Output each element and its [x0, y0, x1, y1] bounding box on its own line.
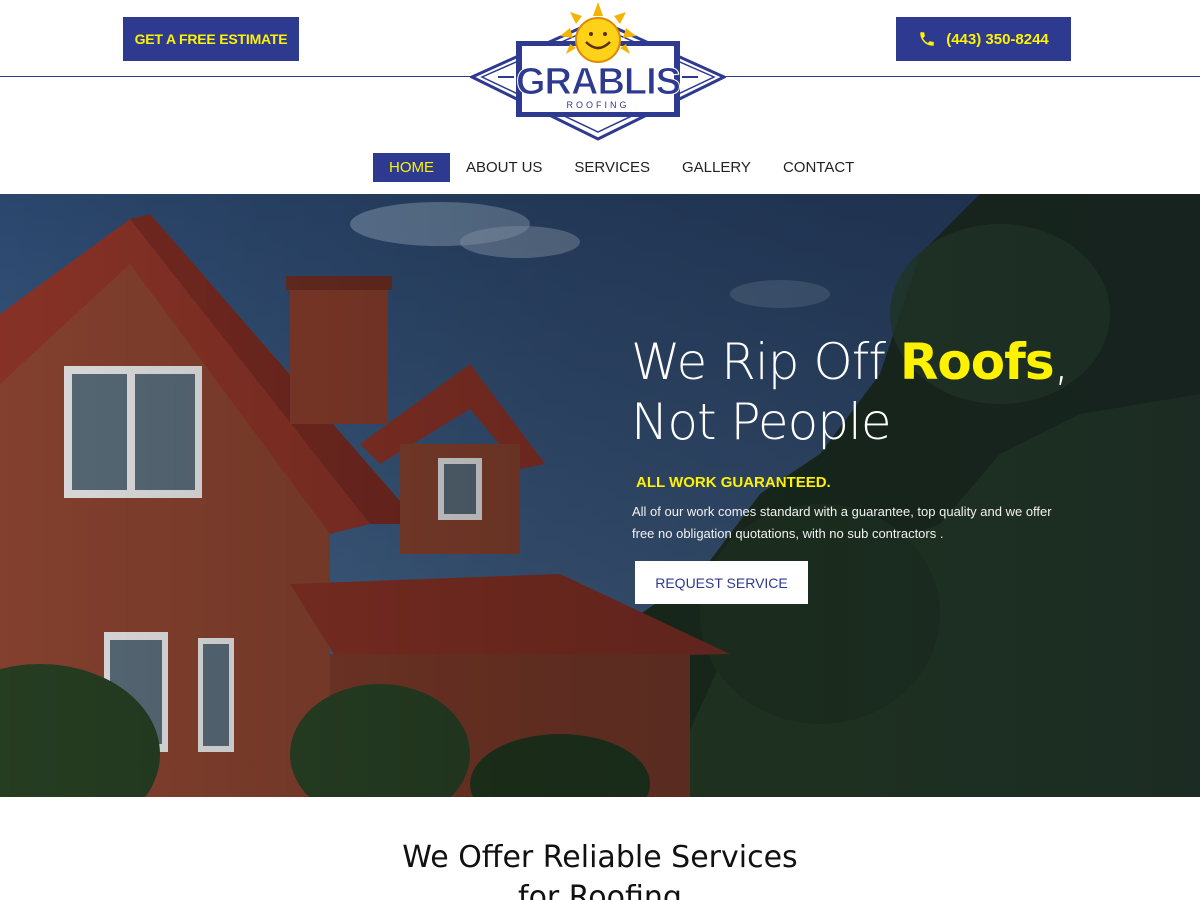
hero-title: We Rip Off Roofs, Not People [631, 333, 1070, 451]
main-nav: HOME ABOUT US SERVICES GALLERY CONTACT [373, 153, 870, 182]
phone-button[interactable]: (443) 350-8244 [896, 17, 1071, 61]
nav-item-gallery[interactable]: GALLERY [666, 153, 767, 182]
hero-title-highlight: Roofs [899, 333, 1055, 391]
grablis-logo[interactable]: GRABLIS ROOFING [468, 2, 728, 142]
logo-tagline-text: ROOFING [567, 100, 630, 110]
nav-item-services[interactable]: SERVICES [558, 153, 666, 182]
nav-item-home[interactable]: HOME [373, 153, 450, 182]
hero-description: All of our work comes standard with a gu… [632, 504, 1052, 541]
phone-icon [920, 32, 934, 46]
hero-guarantee: ALL WORK GUARANTEED. [636, 474, 831, 491]
site-header: GET A FREE ESTIMATE GRABLIS ROOFING (443… [0, 0, 1200, 194]
hero-section: We Rip Off Roofs, Not People ALL WORK GUA… [0, 194, 1200, 797]
request-service-button[interactable]: REQUEST SERVICE [635, 561, 808, 604]
logo-name-text: GRABLIS [516, 61, 680, 103]
nav-item-about-us[interactable]: ABOUT US [450, 153, 558, 182]
hero-overlay [0, 194, 1200, 797]
free-estimate-button[interactable]: GET A FREE ESTIMATE [123, 17, 299, 61]
nav-item-contact[interactable]: CONTACT [767, 153, 870, 182]
services-heading: We Offer Reliable Services for Roofing [402, 840, 798, 900]
phone-number: (443) 350-8244 [946, 30, 1049, 48]
